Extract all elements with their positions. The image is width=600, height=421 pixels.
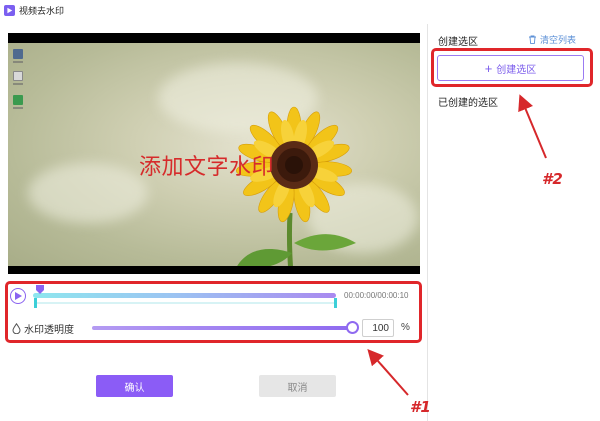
trash-icon <box>529 35 536 44</box>
video-preview[interactable]: 添加文字水印 <box>8 33 420 274</box>
video-frame: 添加文字水印 <box>8 43 420 266</box>
created-selections-title: 已创建的选区 <box>438 98 498 109</box>
panel-divider <box>427 24 428 421</box>
clear-list-button[interactable]: 清空列表 <box>528 33 576 46</box>
annotation-label-2: #2 <box>542 170 563 188</box>
watermark-text[interactable]: 添加文字水印 <box>139 149 274 181</box>
confirm-button[interactable]: 确认 <box>96 375 173 397</box>
clear-list-label: 清空列表 <box>540 35 577 45</box>
create-section-title: 创建选区 <box>438 37 478 48</box>
desktop-icon <box>12 49 24 63</box>
desktop-icon <box>12 95 24 109</box>
cancel-button[interactable]: 取消 <box>259 375 336 397</box>
title-bar: 视频去水印 <box>0 0 600 20</box>
annotation-box-2 <box>431 48 593 87</box>
sunflower-image <box>236 106 356 266</box>
app-logo-icon <box>4 4 15 16</box>
annotation-label-1: #1 <box>410 398 431 416</box>
desktop-icon <box>12 71 24 85</box>
window-title: 视频去水印 <box>19 5 65 16</box>
annotation-box-1 <box>5 281 422 343</box>
